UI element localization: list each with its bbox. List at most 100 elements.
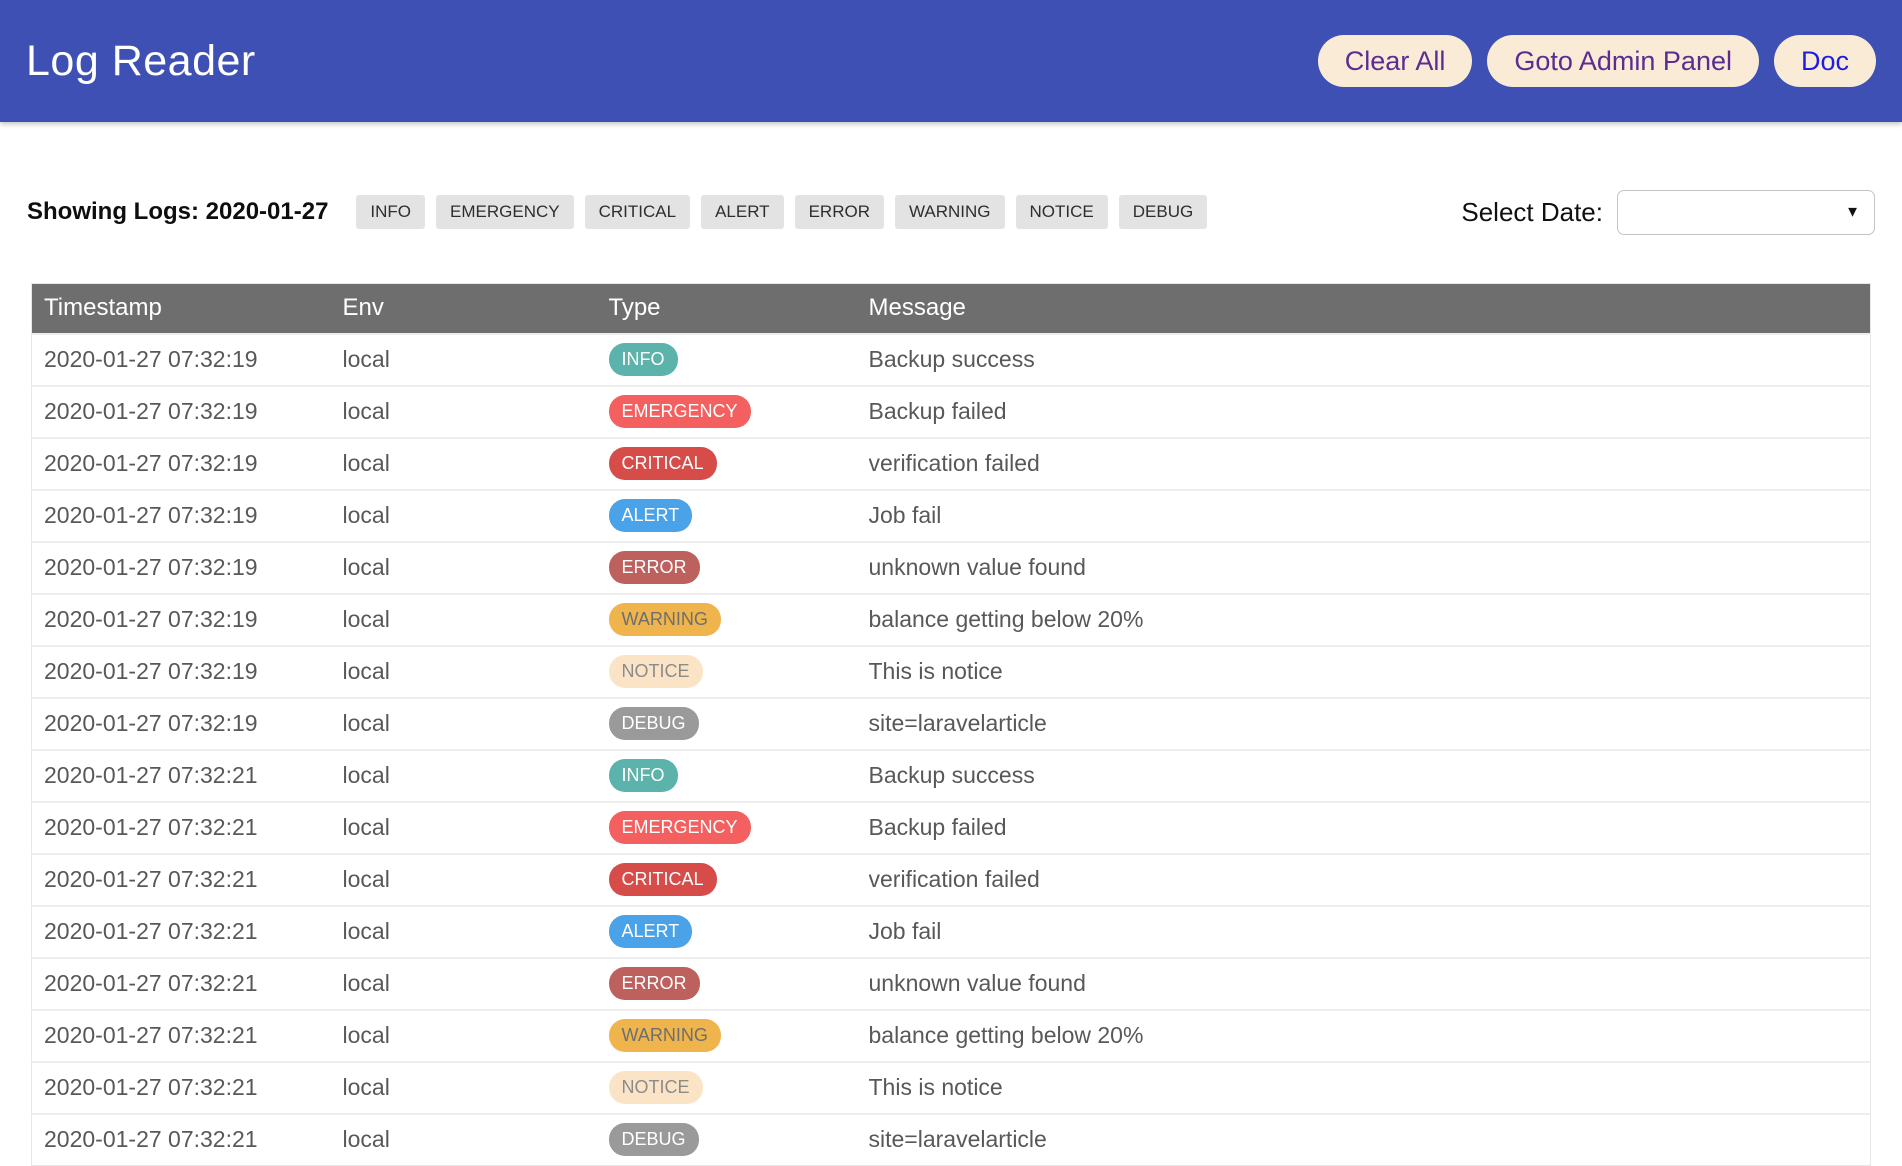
header-actions: Clear All Goto Admin Panel Doc — [1318, 35, 1876, 87]
log-type-cell: NOTICE — [609, 646, 869, 698]
log-env: local — [343, 906, 609, 958]
log-env: local — [343, 1010, 609, 1062]
log-table-header: TimestampEnvTypeMessage — [32, 284, 1871, 334]
log-timestamp: 2020-01-27 07:32:21 — [32, 802, 343, 854]
type-badge-critical: CRITICAL — [609, 447, 717, 480]
log-row: 2020-01-27 07:32:19localDEBUG site=larave… — [32, 698, 1871, 750]
log-row: 2020-01-27 07:32:19localINFOBackup succe… — [32, 334, 1871, 386]
log-type-cell: ERROR — [609, 958, 869, 1010]
log-row: 2020-01-27 07:32:21localALERTJob fail — [32, 906, 1871, 958]
log-message: This is notice — [869, 646, 1871, 698]
log-message: balance getting below 20% — [869, 594, 1871, 646]
log-message: unknown value found — [869, 542, 1871, 594]
type-badge-error: ERROR — [609, 967, 700, 1000]
filter-button-warning[interactable]: WARNING — [895, 195, 1005, 229]
log-type-cell: CRITICAL — [609, 854, 869, 906]
log-env: local — [343, 958, 609, 1010]
type-badge-emergency: EMERGENCY — [609, 395, 751, 428]
log-env: local — [343, 334, 609, 386]
log-row: 2020-01-27 07:32:21localWARNINGbalance g… — [32, 1010, 1871, 1062]
log-row: 2020-01-27 07:32:19localERRORunknown val… — [32, 542, 1871, 594]
log-env: local — [343, 698, 609, 750]
log-row: 2020-01-27 07:32:21localINFOBackup succe… — [32, 750, 1871, 802]
type-badge-alert: ALERT — [609, 915, 693, 948]
log-timestamp: 2020-01-27 07:32:19 — [32, 490, 343, 542]
log-message: site=laravelarticle — [869, 1114, 1871, 1166]
filter-button-group: INFO EMERGENCY CRITICAL ALERT ERROR WARNING NO… — [356, 195, 1207, 229]
log-timestamp: 2020-01-27 07:32:19 — [32, 334, 343, 386]
log-env: local — [343, 438, 609, 490]
log-type-cell: NOTICE — [609, 1062, 869, 1114]
column-header-type: Type — [609, 284, 869, 334]
log-timestamp: 2020-01-27 07:32:19 — [32, 386, 343, 438]
filter-button-error[interactable]: ERROR — [795, 195, 884, 229]
date-select[interactable] — [1617, 190, 1875, 235]
log-table-header-row: TimestampEnvTypeMessage — [32, 284, 1871, 334]
log-type-cell: ALERT — [609, 906, 869, 958]
toolbar: Showing Logs: 2020-01-27 INFO EMERGENCY CR… — [27, 189, 1875, 235]
showing-logs-label: Showing Logs: 2020-01-27 — [27, 198, 328, 226]
current-date: 2020-01-27 — [206, 198, 329, 225]
log-timestamp: 2020-01-27 07:32:19 — [32, 646, 343, 698]
log-row: 2020-01-27 07:32:21localDEBUGsite=larave… — [32, 1114, 1871, 1166]
log-env: local — [343, 490, 609, 542]
log-env: local — [343, 1114, 609, 1166]
log-timestamp: 2020-01-27 07:32:19 — [32, 542, 343, 594]
type-badge-info: INFO — [609, 759, 678, 792]
log-type-cell: INFO — [609, 750, 869, 802]
log-timestamp: 2020-01-27 07:32:19 — [32, 698, 343, 750]
doc-button[interactable]: Doc — [1774, 35, 1876, 87]
log-row: 2020-01-27 07:32:19localCRITICAL verifica… — [32, 438, 1871, 490]
log-message: Backup failed — [869, 802, 1871, 854]
main-content: Showing Logs: 2020-01-27 INFO EMERGENCY CR… — [0, 189, 1902, 1166]
showing-logs-text: Showing Logs: — [27, 198, 199, 225]
filter-button-debug[interactable]: DEBUG — [1119, 195, 1207, 229]
log-table: TimestampEnvTypeMessage 2020-01-27 07:32… — [31, 283, 1871, 1166]
log-message: site=laravelarticle — [869, 698, 1871, 750]
log-timestamp: 2020-01-27 07:32:21 — [32, 1062, 343, 1114]
filter-button-info[interactable]: INFO — [356, 195, 425, 229]
log-timestamp: 2020-01-27 07:32:21 — [32, 854, 343, 906]
log-timestamp: 2020-01-27 07:32:21 — [32, 750, 343, 802]
type-badge-warning: WARNING — [609, 1019, 721, 1052]
log-type-cell: ALERT — [609, 490, 869, 542]
log-row: 2020-01-27 07:32:19localEMERGENCY Backup … — [32, 386, 1871, 438]
page-title: Log Reader — [26, 37, 256, 86]
log-message: verification failed — [869, 854, 1871, 906]
type-badge-emergency: EMERGENCY — [609, 811, 751, 844]
log-row: 2020-01-27 07:32:21localCRITICAL verifica… — [32, 854, 1871, 906]
type-badge-notice: NOTICE — [609, 655, 703, 688]
log-message: unknown value found — [869, 958, 1871, 1010]
log-message: Job fail — [869, 490, 1871, 542]
log-type-cell: DEBUG — [609, 1114, 869, 1166]
filter-button-critical[interactable]: CRITICAL — [585, 195, 690, 229]
filter-button-emergency[interactable]: EMERGENCY — [436, 195, 574, 229]
log-row: 2020-01-27 07:32:21localEMERGENCYBackup … — [32, 802, 1871, 854]
column-header-timestamp: Timestamp — [32, 284, 343, 334]
log-env: local — [343, 750, 609, 802]
goto-admin-panel-button[interactable]: Goto Admin Panel — [1487, 35, 1759, 87]
type-badge-debug: DEBUG — [609, 707, 699, 740]
log-type-cell: CRITICAL — [609, 438, 869, 490]
type-badge-alert: ALERT — [609, 499, 693, 532]
log-env: local — [343, 386, 609, 438]
log-table-body: 2020-01-27 07:32:19localINFOBackup succe… — [32, 334, 1871, 1166]
filter-button-notice[interactable]: NOTICE — [1016, 195, 1108, 229]
clear-all-button[interactable]: Clear All — [1318, 35, 1473, 87]
log-type-cell: DEBUG — [609, 698, 869, 750]
log-type-cell: ERROR — [609, 542, 869, 594]
log-env: local — [343, 854, 609, 906]
log-timestamp: 2020-01-27 07:32:21 — [32, 958, 343, 1010]
log-row: 2020-01-27 07:32:19localWARNINGbalance g… — [32, 594, 1871, 646]
type-badge-critical: CRITICAL — [609, 863, 717, 896]
log-row: 2020-01-27 07:32:19localNOTICEThis is no… — [32, 646, 1871, 698]
log-timestamp: 2020-01-27 07:32:21 — [32, 906, 343, 958]
filter-button-alert[interactable]: ALERT — [701, 195, 784, 229]
log-timestamp: 2020-01-27 07:32:19 — [32, 438, 343, 490]
log-timestamp: 2020-01-27 07:32:21 — [32, 1010, 343, 1062]
log-message: Backup success — [869, 334, 1871, 386]
log-message: verification failed — [869, 438, 1871, 490]
log-message: This is notice — [869, 1062, 1871, 1114]
log-message: Backup failed — [869, 386, 1871, 438]
log-type-cell: WARNING — [609, 594, 869, 646]
